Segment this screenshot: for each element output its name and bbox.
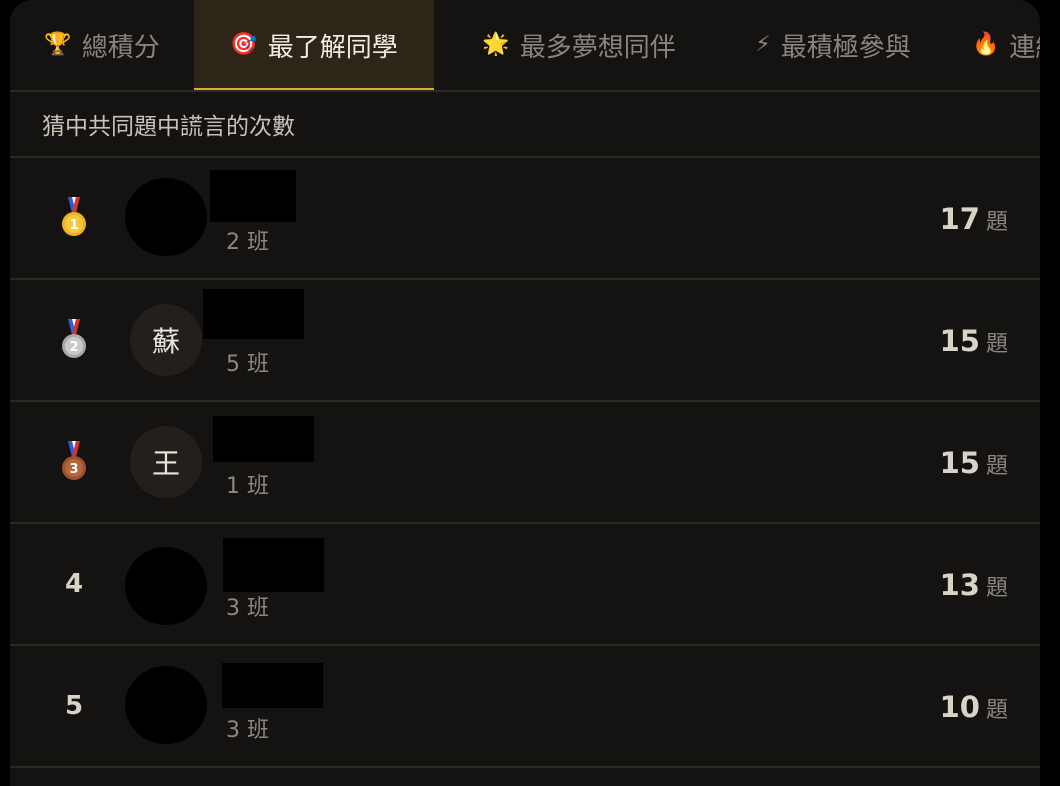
score-value: 13 <box>939 568 980 602</box>
class-label: 1 班 <box>226 474 269 499</box>
redacted-name <box>203 289 304 339</box>
category-description: 猜中共同題中謊言的次數 <box>10 92 1040 158</box>
redacted-name <box>223 538 324 592</box>
class-label: 3 班 <box>226 596 269 621</box>
redacted-name <box>222 663 323 708</box>
leaderboard-row[interactable]: 1 2 班 17 題 <box>10 158 1040 280</box>
silver-medal-icon: 2 <box>62 319 86 358</box>
class-label: 3 班 <box>226 718 269 743</box>
score: 15 題 <box>940 446 1008 480</box>
avatar: 王 <box>130 426 202 498</box>
score-value: 15 <box>939 324 980 358</box>
score: 13 題 <box>940 568 1008 602</box>
tab-most-active[interactable]: ⚡ 最積極參與 <box>724 0 942 90</box>
class-label: 2 班 <box>226 230 269 255</box>
redacted-name <box>210 170 296 222</box>
target-icon: 🎯 <box>230 32 258 57</box>
tab-label: 總積分 <box>81 32 160 63</box>
score: 15 題 <box>940 324 1008 358</box>
score: 10 題 <box>940 690 1008 724</box>
category-tabs: 🏆 總積分 🎯 最了解同學 🌟 最多夢想同伴 ⚡ 最積極參與 🔥 連續 <box>10 0 1040 92</box>
svg-text:2: 2 <box>69 340 78 355</box>
score-value: 10 <box>939 690 980 724</box>
tab-label: 最多夢想同伴 <box>519 32 676 63</box>
svg-text:3: 3 <box>69 462 78 477</box>
leaderboard-row[interactable]: 2 蘇 5 班 15 題 <box>10 280 1040 402</box>
lightning-icon: ⚡ <box>755 32 771 57</box>
tab-dream-partners[interactable]: 🌟 最多夢想同伴 <box>434 0 724 90</box>
tab-streak[interactable]: 🔥 連續 <box>972 0 1040 90</box>
leaderboard-panel: 🏆 總積分 🎯 最了解同學 🌟 最多夢想同伴 ⚡ 最積極參與 🔥 連續 猜中共同… <box>10 0 1040 786</box>
score-unit: 題 <box>985 576 1008 601</box>
star-icon: 🌟 <box>482 32 510 57</box>
avatar: 蘇 <box>130 304 202 376</box>
gold-medal-icon: 1 <box>62 197 86 236</box>
tab-label: 最了解同學 <box>267 32 398 63</box>
score: 17 題 <box>940 202 1008 236</box>
score-unit: 題 <box>985 332 1008 357</box>
avatar <box>125 178 207 256</box>
rank-number: 5 <box>64 691 84 721</box>
tab-total-score[interactable]: 🏆 總積分 <box>10 0 194 90</box>
svg-text:1: 1 <box>69 218 78 233</box>
score-unit: 題 <box>985 698 1008 723</box>
trophy-icon: 🏆 <box>44 32 72 57</box>
redacted-name <box>213 416 314 462</box>
fire-icon: 🔥 <box>972 32 1000 57</box>
avatar <box>125 547 207 625</box>
avatar <box>125 666 207 744</box>
tab-label: 連續 <box>1009 32 1040 63</box>
score-unit: 題 <box>985 454 1008 479</box>
tab-label: 最積極參與 <box>780 32 911 63</box>
rank-number: 4 <box>64 569 84 599</box>
description-text: 猜中共同題中謊言的次數 <box>42 114 295 140</box>
leaderboard-row[interactable]: 3 王 1 班 15 題 <box>10 402 1040 524</box>
leaderboard-row[interactable]: 5 3 班 10 題 <box>10 646 1040 768</box>
tab-know-classmates[interactable]: 🎯 最了解同學 <box>194 0 434 90</box>
class-label: 5 班 <box>226 352 269 377</box>
score-value: 15 <box>939 446 980 480</box>
score-unit: 題 <box>985 210 1008 235</box>
score-value: 17 <box>939 202 980 236</box>
bronze-medal-icon: 3 <box>62 441 86 480</box>
leaderboard-row[interactable]: 4 3 班 13 題 <box>10 524 1040 646</box>
